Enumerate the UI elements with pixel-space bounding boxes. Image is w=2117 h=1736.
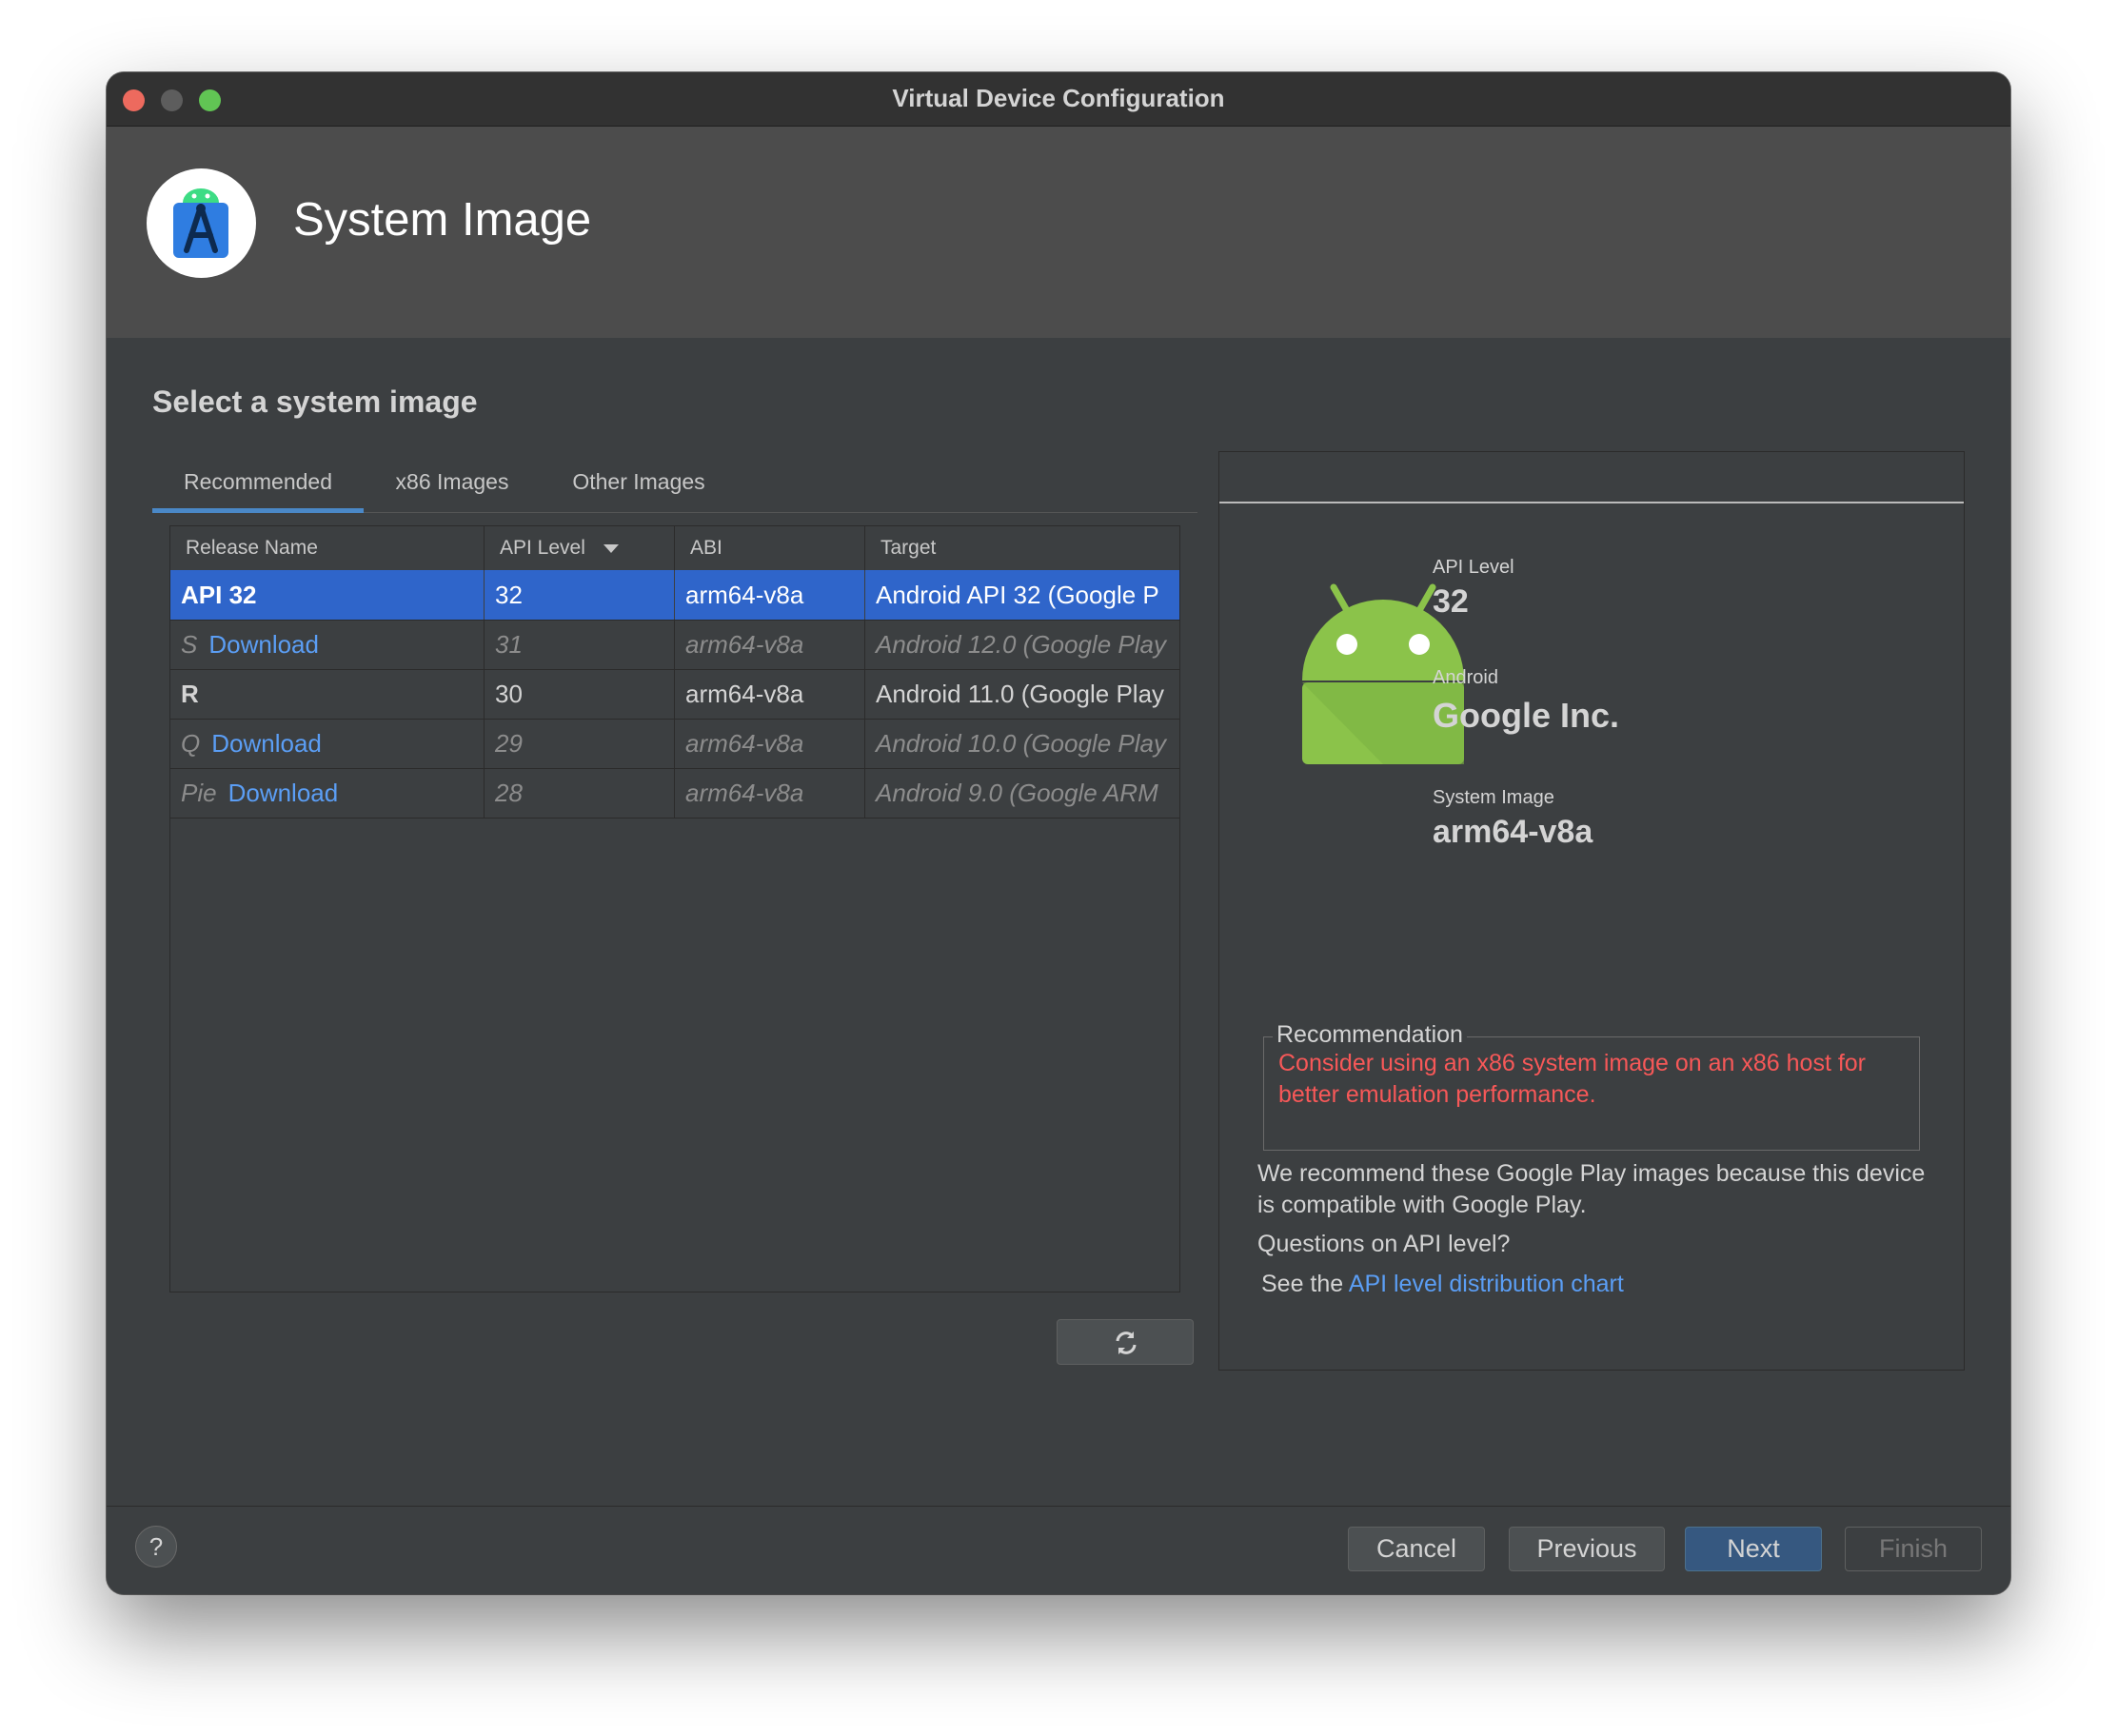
target-cell: Android API 32 (Google P — [876, 581, 1159, 609]
help-button[interactable]: ? — [135, 1526, 177, 1568]
table-row[interactable]: API 32 32 arm64-v8a Android API 32 (Goog… — [170, 570, 1179, 621]
column-api-level[interactable]: API Level — [485, 526, 675, 570]
api-level-cell: 29 — [485, 719, 675, 768]
table-row[interactable]: Q Download 29 arm64-v8a Android 10.0 (Goo… — [170, 719, 1179, 769]
release-name: Pie — [181, 779, 217, 807]
column-api-level-label: API Level — [500, 537, 585, 559]
previous-button[interactable]: Previous — [1509, 1527, 1665, 1571]
system-image-table: Release Name API Level ABI Target API 32… — [169, 525, 1180, 1292]
refresh-button[interactable] — [1057, 1319, 1194, 1365]
android-vendor-value: Google Inc. — [1433, 696, 1620, 735]
release-name: S — [181, 630, 198, 659]
abi-cell: arm64-v8a — [675, 719, 865, 768]
see-the-row: See the API level distribution chart — [1261, 1269, 1624, 1300]
api-level-cell: 32 — [485, 570, 675, 620]
android-studio-icon — [147, 168, 256, 278]
sort-descending-icon — [603, 544, 619, 554]
release-name-cell: S Download — [170, 620, 485, 669]
section-title: Select a system image — [152, 385, 478, 419]
api-level-cell: 28 — [485, 768, 675, 818]
target-cell: Android 12.0 (Google Play — [876, 630, 1166, 659]
table-row[interactable]: R 30 arm64-v8a Android 11.0 (Google Play — [170, 669, 1179, 720]
recommendation-warning: Consider using an x86 system image on an… — [1278, 1050, 1867, 1108]
column-release-name[interactable]: Release Name — [170, 526, 485, 570]
tab-recommended[interactable]: Recommended — [152, 453, 364, 513]
column-target[interactable]: Target — [865, 526, 1179, 570]
api-distribution-link[interactable]: API level distribution chart — [1349, 1271, 1624, 1297]
release-name-cell: API 32 — [170, 570, 485, 620]
table-row[interactable]: Pie Download 28 arm64-v8a Android 9.0 (Go… — [170, 768, 1179, 819]
google-play-note: We recommend these Google Play images be… — [1257, 1160, 1926, 1218]
window-title: Virtual Device Configuration — [892, 84, 1225, 112]
target-cell: Android 10.0 (Google Play — [876, 729, 1166, 758]
release-name-cell: R — [170, 669, 485, 719]
image-tabs: Recommended x86 Images Other Images — [152, 453, 1197, 513]
wizard-footer: ? Cancel Previous Next Finish — [107, 1506, 2010, 1594]
target-cell: Android 11.0 (Google Play — [876, 680, 1165, 708]
panel-divider — [1219, 502, 1964, 503]
finish-button[interactable]: Finish — [1845, 1527, 1982, 1571]
api-level-label: API Level — [1433, 557, 1514, 578]
column-abi[interactable]: ABI — [675, 526, 865, 570]
api-level-question: Questions on API level? — [1257, 1231, 1511, 1257]
see-the-text: See the — [1261, 1271, 1344, 1297]
download-link[interactable]: Download — [208, 630, 319, 659]
download-link[interactable]: Download — [228, 779, 339, 807]
release-name: Q — [181, 729, 201, 758]
abi-cell: arm64-v8a — [675, 570, 865, 620]
api-level-cell: 30 — [485, 669, 675, 719]
wizard-header: System Image — [107, 127, 2010, 338]
table-row[interactable]: S Download 31 arm64-v8a Android 12.0 (Goo… — [170, 620, 1179, 670]
title-bar: Virtual Device Configuration — [107, 72, 2010, 127]
image-details-panel: API Level 32 Android Google Inc. System … — [1218, 451, 1965, 1371]
android-label: Android — [1433, 667, 1498, 688]
tab-other-images[interactable]: Other Images — [541, 453, 737, 512]
cancel-button[interactable]: Cancel — [1348, 1527, 1485, 1571]
dialog-window: Virtual Device Configuration System Imag… — [107, 72, 2010, 1594]
next-button[interactable]: Next — [1685, 1527, 1822, 1571]
page-title: System Image — [293, 194, 592, 246]
release-name-cell: Q Download — [170, 719, 485, 768]
system-image-label: System Image — [1433, 787, 1554, 808]
system-image-value: arm64-v8a — [1433, 814, 1593, 850]
target-cell: Android 9.0 (Google ARM — [876, 779, 1158, 807]
recommendation-title: Recommendation — [1273, 1021, 1467, 1049]
api-level-cell: 31 — [485, 620, 675, 669]
download-link[interactable]: Download — [211, 729, 322, 758]
abi-cell: arm64-v8a — [675, 620, 865, 669]
table-header: Release Name API Level ABI Target — [170, 526, 1179, 571]
api-level-value: 32 — [1433, 583, 1469, 620]
refresh-icon — [1116, 1332, 1137, 1354]
release-name-cell: Pie Download — [170, 768, 485, 818]
tab-x86-images[interactable]: x86 Images — [364, 453, 541, 512]
abi-cell: arm64-v8a — [675, 768, 865, 818]
abi-cell: arm64-v8a — [675, 669, 865, 719]
